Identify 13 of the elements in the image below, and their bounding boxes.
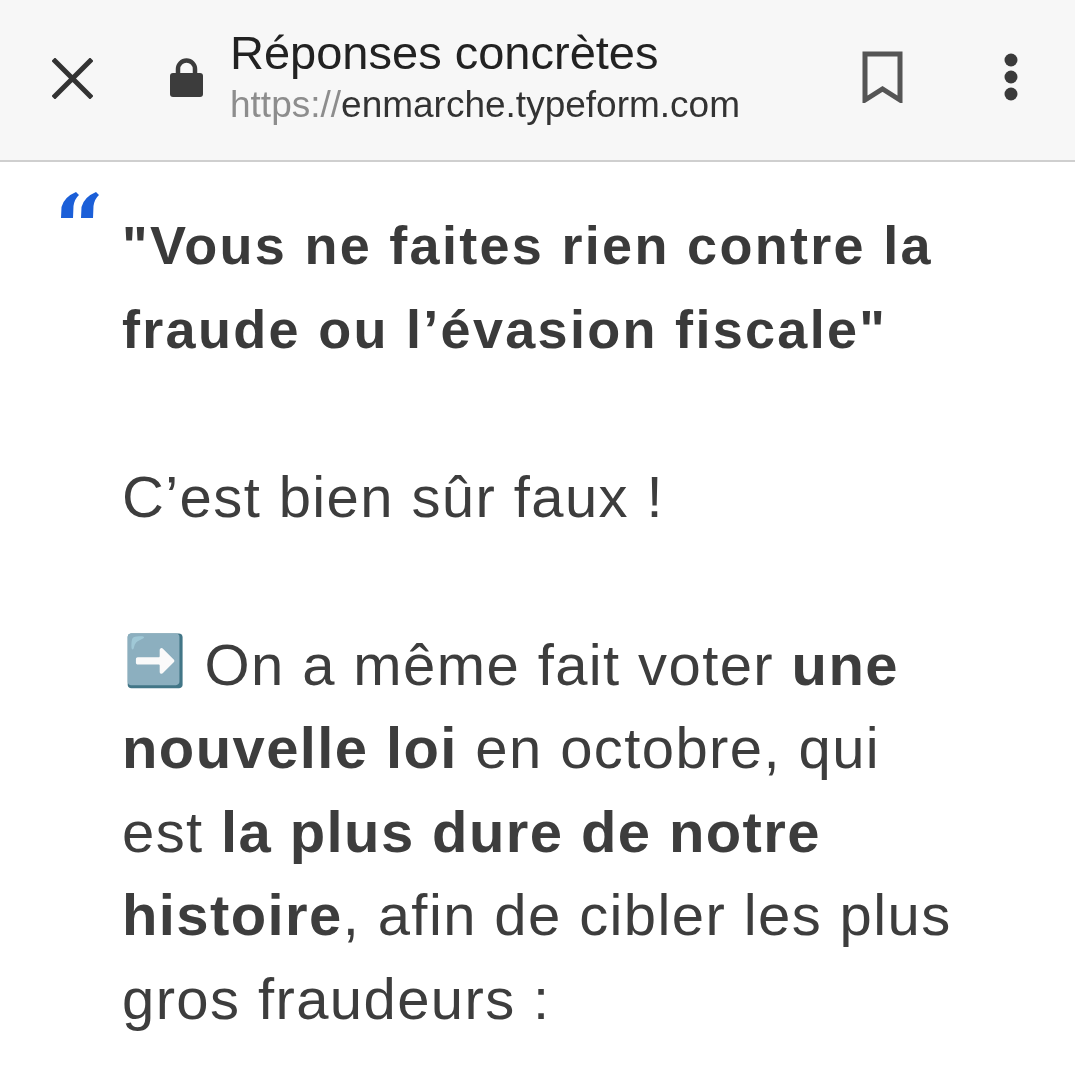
- page-url: https://enmarche.typeform.com: [230, 83, 741, 127]
- quote-mark-icon: [60, 192, 100, 218]
- lock-icon: [170, 57, 203, 97]
- bookmark-button[interactable]: [862, 51, 903, 103]
- more-options-button[interactable]: [1004, 53, 1018, 101]
- answer-text: C’est bien sûr faux !: [122, 463, 665, 531]
- more-options-icon: [1004, 53, 1018, 101]
- close-button[interactable]: [52, 57, 93, 99]
- answer-paragraph: ➡ On a même fait voter une nouvelle loi en octobre, qui est la plus dure de notre histoire, afin de cibler les plus gros fraudeurs :: [122, 630, 953, 1033]
- page-title: Réponses concrètes: [230, 28, 660, 78]
- close-icon: [52, 57, 93, 99]
- question-text: "Vous ne faites rien contre la fraude ou l’évasion fiscale": [122, 214, 934, 361]
- bookmark-icon: [862, 51, 903, 103]
